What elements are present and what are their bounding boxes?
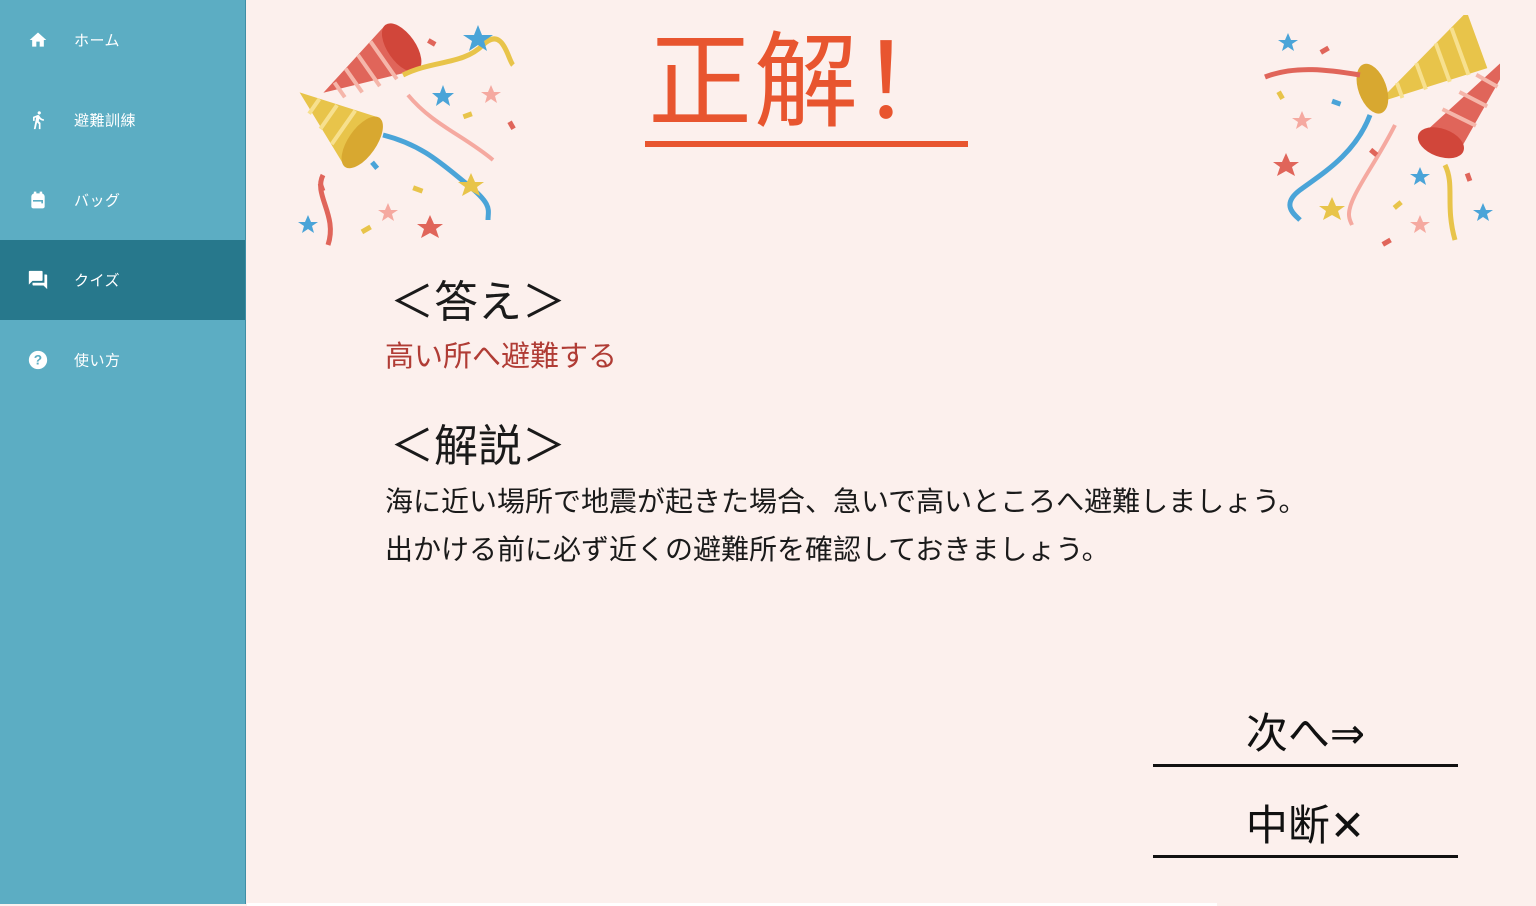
party-popper-right-icon bbox=[1264, 15, 1500, 247]
next-button[interactable]: 次へ⇒ bbox=[1153, 700, 1458, 760]
sidebar: ホーム 避難訓練 バッグ クイズ ? 使い方 bbox=[0, 0, 246, 904]
running-person-icon bbox=[27, 109, 49, 131]
help-circle-icon: ? bbox=[27, 349, 49, 371]
sidebar-item-home[interactable]: ホーム bbox=[0, 0, 245, 80]
explanation-line: 海に近い場所で地震が起きた場合、急いで高いところへ避難しましょう。 bbox=[385, 485, 1307, 518]
sidebar-item-how-to-use[interactable]: ? 使い方 bbox=[0, 320, 245, 400]
explanation-text: 海に近い場所で地震が起きた場合、急いで高いところへ避難しましょう。 出かける前に… bbox=[385, 478, 1306, 574]
answer-heading: ＜答え＞ bbox=[390, 277, 566, 328]
home-icon bbox=[27, 29, 49, 51]
stop-button[interactable]: 中断✕ bbox=[1153, 792, 1458, 852]
answer-text: 高い所へ避難する bbox=[385, 339, 618, 373]
explanation-heading: ＜解説＞ bbox=[390, 421, 566, 472]
sidebar-item-evacuation-drill[interactable]: 避難訓練 bbox=[0, 80, 245, 160]
sidebar-item-label: クイズ bbox=[74, 271, 121, 290]
sidebar-item-bag[interactable]: バッグ bbox=[0, 160, 245, 240]
sidebar-item-label: 使い方 bbox=[74, 351, 121, 370]
chat-bubbles-icon bbox=[27, 269, 49, 291]
party-popper-left-icon bbox=[298, 23, 516, 246]
explanation-line: 出かける前に必ず近くの避難所を確認しておきましょう。 bbox=[385, 533, 1110, 566]
backpack-icon bbox=[27, 189, 49, 211]
sidebar-item-label: バッグ bbox=[74, 191, 121, 210]
stop-button-underline bbox=[1153, 855, 1458, 858]
sidebar-item-quiz[interactable]: クイズ bbox=[0, 240, 245, 320]
sidebar-item-label: ホーム bbox=[74, 31, 121, 50]
result-title: 正解！ bbox=[648, 21, 967, 143]
next-button-underline bbox=[1153, 764, 1458, 767]
svg-text:?: ? bbox=[34, 353, 42, 368]
title-underline bbox=[645, 141, 968, 147]
sidebar-item-label: 避難訓練 bbox=[74, 111, 137, 130]
